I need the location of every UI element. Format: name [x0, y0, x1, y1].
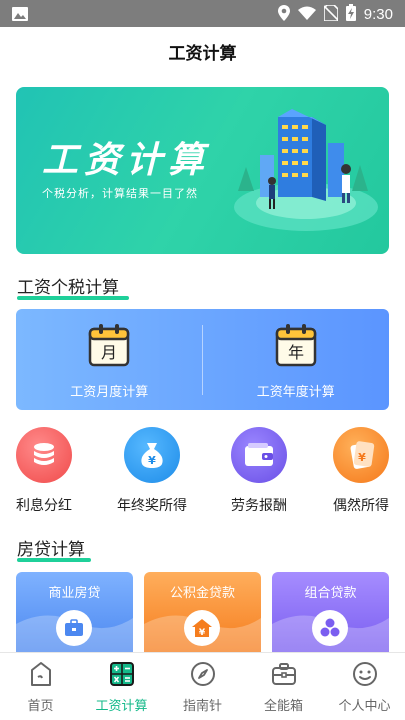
svg-text:¥: ¥	[358, 451, 366, 464]
location-icon	[277, 4, 290, 25]
calendar-icon: 月	[88, 323, 130, 371]
page-title: 工资计算	[168, 43, 237, 64]
loan-label: 商业房贷	[48, 586, 101, 601]
image-icon	[12, 6, 28, 25]
nav-label: 指南针	[182, 699, 222, 714]
svg-text:月: 月	[101, 343, 117, 362]
coin-stack-icon	[16, 427, 72, 483]
nav-profile[interactable]: 个人中心	[324, 661, 405, 714]
hero-banner[interactable]: 工资计算 个税分析，计算结果一目了然	[16, 87, 389, 254]
svg-text:年: 年	[288, 343, 304, 362]
tool-labor-remuneration[interactable]: 劳务报酬	[214, 427, 304, 515]
nav-label: 首页	[27, 699, 54, 714]
nav-salary-calc[interactable]: 工资计算	[81, 661, 162, 714]
provident-fund-loan-card[interactable]: 公积金贷款 ¥	[144, 572, 261, 652]
bottom-nav: 首页 工资计算 指南针 全能箱 个人中心	[0, 652, 405, 720]
tool-year-end-bonus[interactable]: ¥ 年终奖所得	[107, 427, 197, 515]
nav-label: 全能箱	[263, 699, 303, 714]
monthly-calc-button[interactable]: 月 工资月度计算	[16, 309, 203, 410]
svg-text:¥: ¥	[199, 628, 206, 638]
nav-home[interactable]: 首页	[0, 661, 81, 714]
loan-label: 公积金贷款	[169, 586, 235, 601]
combination-loan-card[interactable]: 组合贷款	[272, 572, 389, 652]
yearly-calc-label: 工资年度计算	[256, 385, 335, 400]
money-bag-icon: ¥	[124, 427, 180, 483]
battery-charging-icon	[345, 4, 356, 25]
calendar-icon: 年	[275, 323, 317, 371]
tool-incidental-income[interactable]: ¥ 偶然所得	[316, 427, 405, 515]
compass-icon	[190, 661, 216, 691]
no-sim-icon	[322, 3, 339, 25]
banner-title: 工资计算	[42, 139, 211, 181]
home-icon	[28, 661, 54, 691]
status-time: 9:30	[363, 6, 393, 23]
nav-compass[interactable]: 指南针	[162, 661, 243, 714]
tool-label: 年终奖所得	[117, 498, 187, 514]
toolbox-icon	[271, 661, 297, 691]
tool-interest-dividend[interactable]: 利息分红	[0, 427, 89, 515]
page-header: 工资计算	[0, 27, 405, 75]
wifi-icon	[297, 6, 316, 24]
nav-label: 个人中心	[338, 699, 391, 714]
salary-section-title: 工资个税计算	[17, 273, 129, 300]
divider	[202, 325, 203, 395]
hexagon-combo-icon	[312, 610, 348, 646]
wallet-icon	[231, 427, 287, 483]
lucky-bag-icon: ¥	[333, 427, 389, 483]
tool-label: 劳务报酬	[231, 498, 287, 514]
salary-calc-card: 月 工资月度计算 年 工资年度计算	[16, 309, 389, 410]
smile-icon	[352, 661, 378, 691]
yearly-calc-button[interactable]: 年 工资年度计算	[203, 309, 390, 410]
tool-label: 利息分红	[16, 498, 72, 514]
status-bar: 9:30	[0, 0, 405, 27]
commercial-loan-card[interactable]: 商业房贷	[16, 572, 133, 652]
svg-text:¥: ¥	[148, 454, 156, 467]
nav-toolbox[interactable]: 全能箱	[243, 661, 324, 714]
tool-grid: 利息分红 ¥ 年终奖所得 劳务报酬 ¥ 偶然所得	[0, 427, 405, 522]
loan-label: 组合贷款	[304, 586, 357, 601]
calculator-icon	[109, 661, 135, 691]
banner-illustration	[234, 109, 378, 231]
briefcase-icon	[56, 610, 92, 646]
house-yen-icon: ¥	[184, 610, 220, 646]
banner-subtitle: 个税分析，计算结果一目了然	[42, 187, 198, 200]
tool-label: 偶然所得	[333, 498, 389, 514]
nav-label: 工资计算	[95, 699, 148, 714]
monthly-calc-label: 工资月度计算	[70, 385, 149, 400]
loan-section-title: 房贷计算	[17, 535, 91, 562]
